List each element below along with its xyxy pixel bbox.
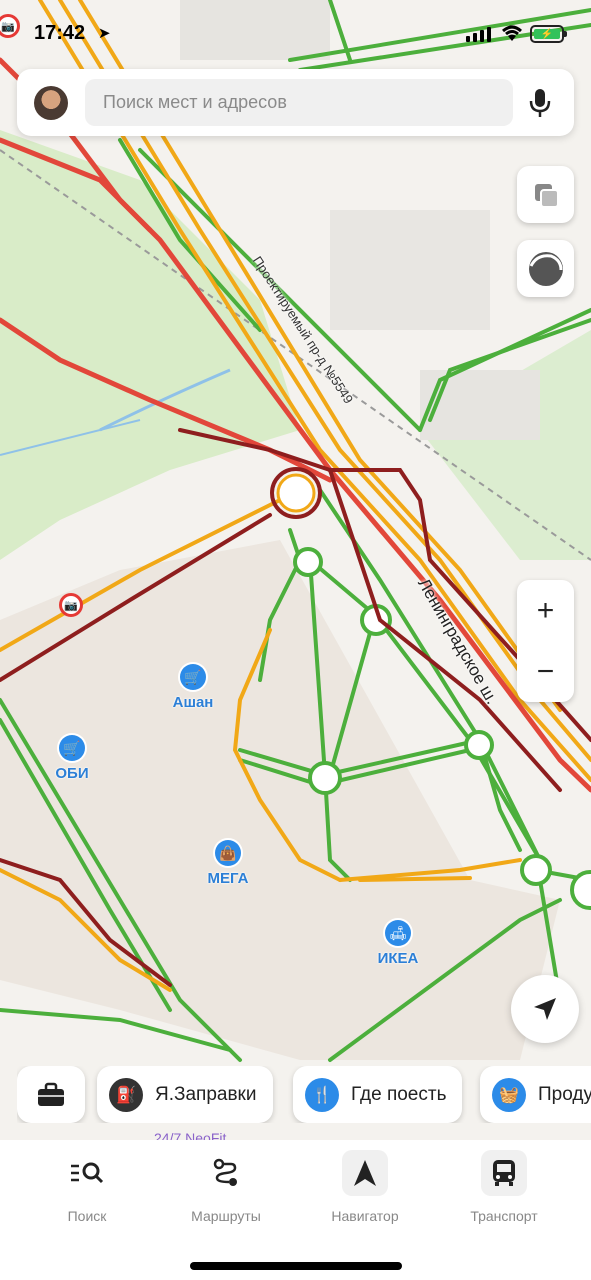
chip-work[interactable]	[17, 1066, 85, 1123]
cellular-signal-icon	[466, 27, 491, 42]
tab-label: Поиск	[67, 1208, 107, 1224]
my-location-button[interactable]	[511, 975, 579, 1043]
chip-fuel[interactable]: ⛽ Я.Заправки	[97, 1066, 273, 1123]
tab-label: Транспорт	[470, 1208, 538, 1224]
bus-icon	[481, 1150, 527, 1196]
chip-label: Я.Заправки	[155, 1083, 257, 1105]
briefcase-icon	[34, 1078, 68, 1112]
chip-label: Где поесть	[351, 1083, 447, 1105]
map-view[interactable]: Проектируемый пр-д №5549 Ленинградское ш…	[0, 0, 591, 1140]
cart-icon: 🛒	[59, 735, 85, 761]
tab-navigator[interactable]: Навигатор	[305, 1150, 425, 1224]
location-arrow-icon: ➤	[98, 25, 111, 42]
avatar[interactable]	[34, 86, 68, 120]
tab-label: Навигатор	[331, 1208, 399, 1224]
navigation-arrow-icon	[534, 998, 556, 1020]
chip-label: Продукты	[538, 1083, 591, 1105]
zoom-out-button[interactable]: −	[517, 641, 574, 702]
traffic-light-icon	[528, 251, 563, 286]
category-chips: ⛽ Я.Заправки 🍴 Где поесть 🧺 Продукты	[17, 1066, 591, 1123]
search-bar: Поиск мест и адресов	[17, 69, 574, 136]
camera-icon[interactable]: 📷	[59, 593, 83, 617]
bottom-tab-bar: Поиск Маршруты Навигатор Транспорт	[0, 1140, 591, 1280]
fuel-icon: ⛽	[109, 1077, 143, 1112]
search-list-icon	[64, 1150, 110, 1196]
route-icon	[203, 1150, 249, 1196]
layers-button[interactable]	[517, 166, 574, 223]
tab-routes[interactable]: Маршруты	[166, 1150, 286, 1224]
basket-icon: 🧺	[492, 1077, 526, 1112]
layers-icon	[534, 183, 559, 208]
bag-icon: 👜	[215, 840, 241, 866]
clock: 17:42	[34, 22, 86, 44]
tab-label: Маршруты	[191, 1208, 261, 1224]
zoom-control: + −	[517, 580, 574, 702]
navigator-arrow-icon	[342, 1150, 388, 1196]
search-input[interactable]: Поиск мест и адресов	[85, 79, 513, 126]
traffic-button[interactable]	[517, 240, 574, 297]
tab-search[interactable]: Поиск	[27, 1150, 147, 1224]
wifi-icon	[500, 24, 524, 47]
poi-mega[interactable]: 👜 МЕГА	[183, 840, 273, 887]
zoom-in-button[interactable]: +	[517, 580, 574, 641]
poi-label: МЕГА	[207, 870, 249, 887]
chip-food[interactable]: 🍴 Где поесть	[293, 1066, 463, 1123]
battery-icon: ⚡	[530, 25, 567, 43]
poi-ikea[interactable]: 🛋 ИКЕА	[353, 920, 443, 967]
chip-groceries[interactable]: 🧺 Продукты	[480, 1066, 591, 1123]
home-indicator	[190, 1262, 402, 1270]
microphone-icon[interactable]	[525, 87, 555, 119]
sofa-icon: 🛋	[385, 920, 411, 946]
status-bar: 17:42 ➤ ⚡	[0, 0, 591, 70]
cart-icon: 🛒	[180, 664, 206, 690]
poi-label: ОБИ	[55, 765, 89, 782]
search-placeholder: Поиск мест и адресов	[103, 92, 287, 112]
fork-knife-icon: 🍴	[305, 1077, 339, 1112]
poi-label: ИКЕА	[377, 950, 419, 967]
poi-obi[interactable]: 🛒 ОБИ	[27, 735, 117, 782]
poi-label: Ашан	[172, 694, 214, 711]
map-canvas[interactable]	[0, 0, 591, 1140]
tab-transport[interactable]: Транспорт	[444, 1150, 564, 1224]
poi-ashan[interactable]: 🛒 Ашан	[148, 664, 238, 711]
